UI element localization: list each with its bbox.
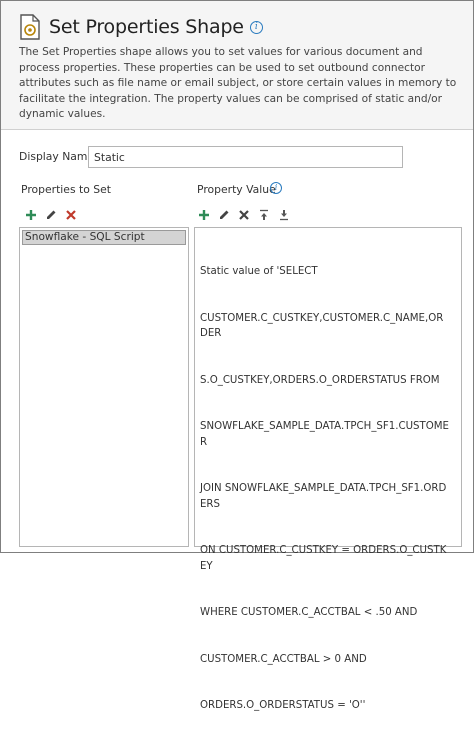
move-up-icon[interactable] xyxy=(258,208,270,222)
value-line: ORDERS.O_ORDERSTATUS = 'O'' xyxy=(200,700,366,711)
add-icon[interactable] xyxy=(25,208,37,222)
display-name-label: Display Name xyxy=(19,150,95,163)
page-title: Set Properties Shape xyxy=(49,16,244,38)
edit-value-icon[interactable] xyxy=(218,208,230,222)
value-line: JOIN SNOWFLAKE_SAMPLE_DATA.TPCH_SF1.ORDE… xyxy=(200,483,447,510)
value-line: CUSTOMER.C_ACCTBAL > 0 AND xyxy=(200,653,367,665)
value-line: CUSTOMER.C_CUSTKEY,CUSTOMER.C_NAME,ORDER xyxy=(200,312,444,340)
edit-icon[interactable] xyxy=(45,208,57,222)
delete-icon[interactable] xyxy=(65,208,77,222)
dialog-header: Set Properties Shape i The Set Propertie… xyxy=(1,1,473,129)
properties-list: Snowflake - SQL Script xyxy=(19,227,189,547)
move-down-icon[interactable] xyxy=(278,208,290,222)
properties-to-set-label: Properties to Set xyxy=(21,183,111,196)
add-value-icon[interactable] xyxy=(198,208,210,222)
property-value-info-icon[interactable]: i xyxy=(270,182,282,194)
delete-value-icon[interactable] xyxy=(238,208,250,222)
property-value-box[interactable]: Static value of 'SELECT CUSTOMER.C_CUSTK… xyxy=(194,227,462,711)
value-line: SNOWFLAKE_SAMPLE_DATA.TPCH_SF1.CUSTOMER xyxy=(200,421,449,448)
value-line: Static value of 'SELECT xyxy=(200,266,318,277)
value-line: WHERE CUSTOMER.C_ACCTBAL < .50 AND xyxy=(200,607,418,618)
set-properties-dialog: Set Properties Shape i The Set Propertie… xyxy=(0,0,474,711)
properties-toolbar xyxy=(25,208,77,222)
value-line: ON CUSTOMER.C_CUSTKEY = ORDERS.O_CUSTKEY xyxy=(200,545,447,572)
document-gear-icon xyxy=(19,14,41,40)
property-value-label: Property Value xyxy=(197,183,276,196)
header-divider xyxy=(1,129,473,130)
property-value-text: Static value of 'SELECT CUSTOMER.C_CUSTK… xyxy=(200,233,450,745)
property-value-toolbar xyxy=(198,208,290,222)
shape-description: The Set Properties shape allows you to s… xyxy=(19,46,457,120)
value-line: S.O_CUSTKEY,ORDERS.O_ORDERSTATUS FROM xyxy=(200,374,440,386)
list-item[interactable]: Snowflake - SQL Script xyxy=(22,230,186,245)
title-row: Set Properties Shape i xyxy=(19,13,263,41)
display-name-input[interactable] xyxy=(88,146,403,168)
info-icon[interactable]: i xyxy=(249,20,263,34)
